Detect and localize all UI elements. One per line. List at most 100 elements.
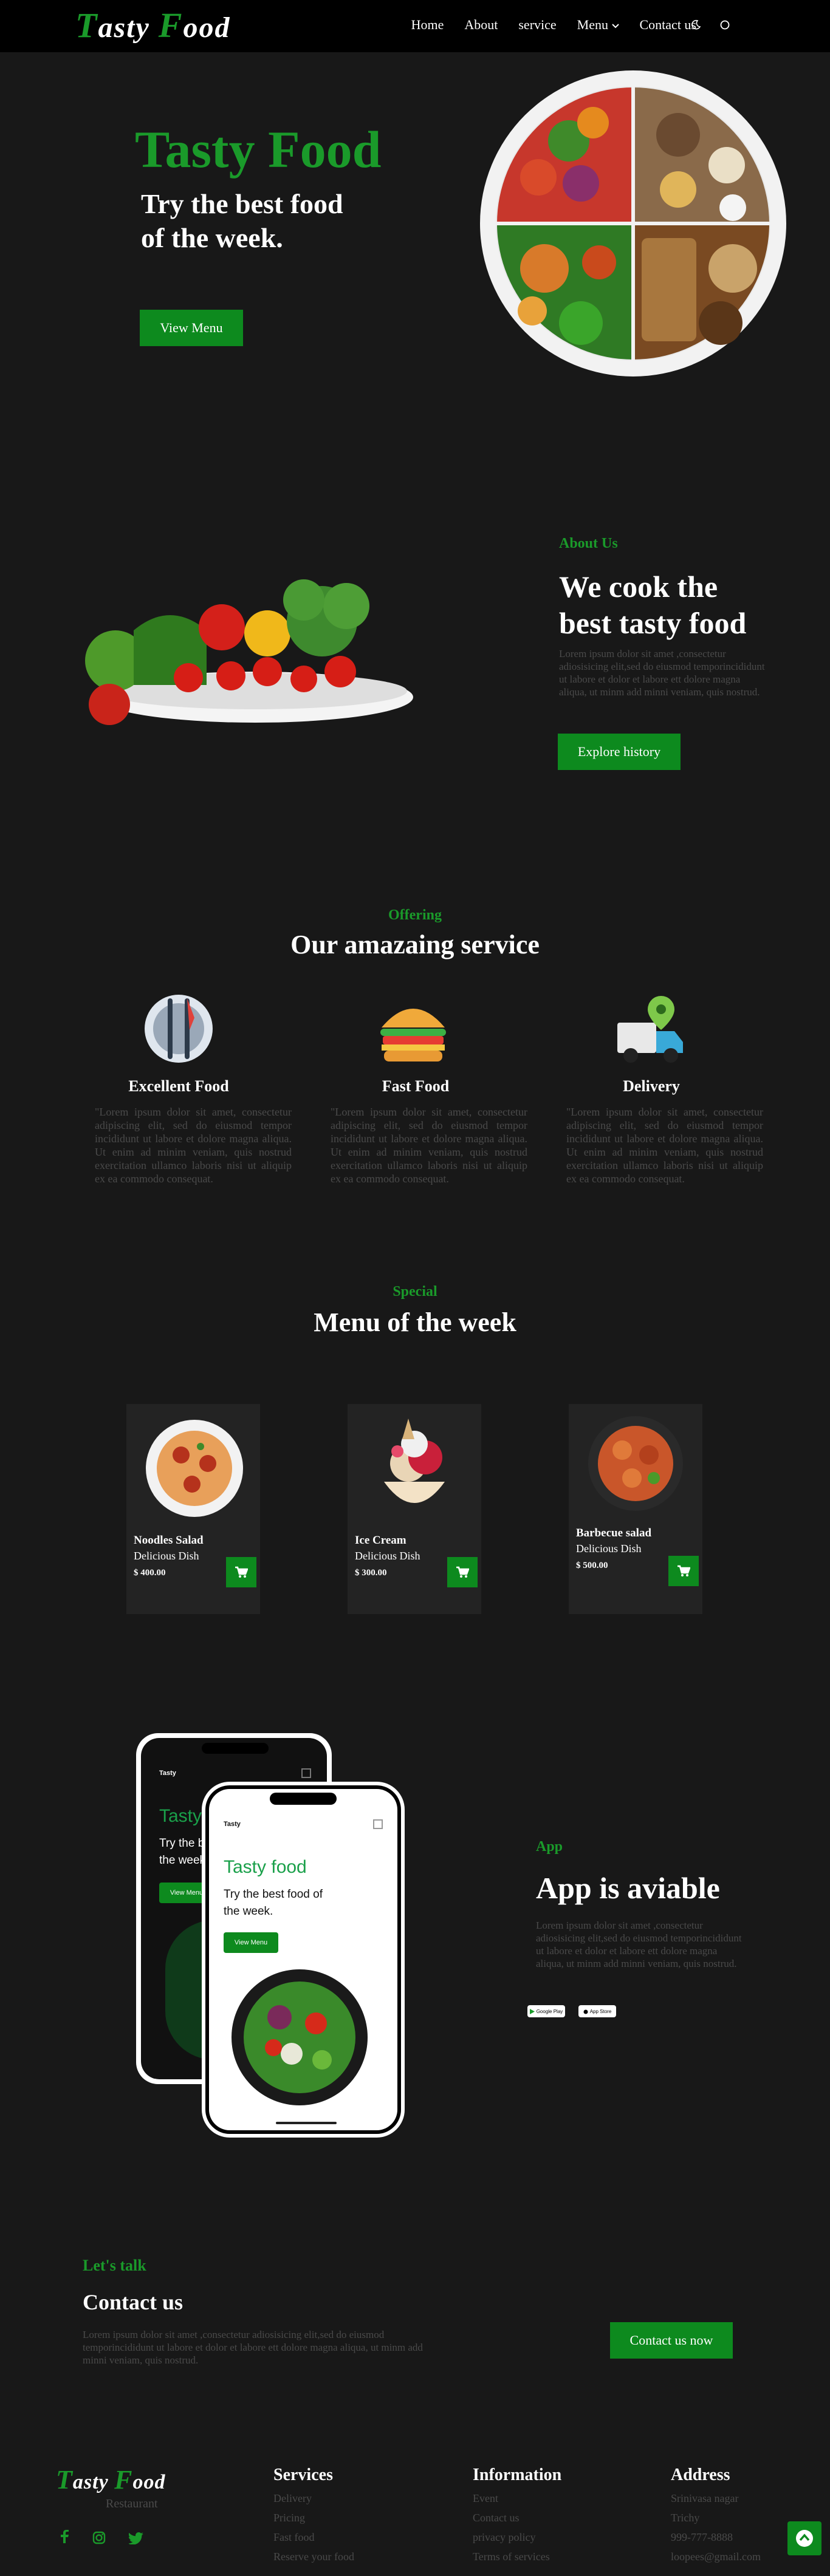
phone-front-button: View Menu	[224, 1932, 278, 1953]
cart-icon	[235, 1566, 248, 1578]
footer-address-lines: Srinivasa nagar Trichy 999-777-8888 loop…	[671, 2489, 761, 2566]
contact-us-now-button[interactable]: Contact us now	[610, 2322, 733, 2359]
site-logo[interactable]: Tasty Food	[75, 5, 230, 46]
services-title: Our amazaing service	[290, 930, 540, 959]
cart-icon	[677, 1565, 690, 1576]
footer-address-email[interactable]: loopees@gmail.com	[671, 2547, 761, 2566]
contact-title: Contact us	[83, 2290, 183, 2314]
menu-item-sub: Delicious Dish	[355, 1550, 420, 1562]
nav-service[interactable]: service	[518, 17, 556, 33]
nav-about[interactable]: About	[464, 17, 498, 33]
view-menu-button[interactable]: View Menu	[140, 310, 243, 346]
service-text-delivery: "Lorem ipsum dolor sit amet, consectetur…	[566, 1106, 763, 1185]
logo-text-2: ood	[183, 12, 231, 44]
phone-notch	[270, 1793, 337, 1805]
footer-link-fast-food[interactable]: Fast food	[273, 2527, 354, 2547]
app-title: App is aviable	[536, 1871, 720, 1905]
footer-link-reserve[interactable]: Reserve your food	[273, 2547, 354, 2566]
contact-text: Lorem ipsum dolor sit amet ,consectetur …	[83, 2329, 423, 2366]
hero-title: Tasty Food	[135, 120, 382, 179]
logo-text-1: asty	[98, 12, 159, 44]
about-text: Lorem ipsum dolor sit amet ,consectetur …	[559, 648, 765, 698]
menu-title: Menu of the week	[314, 1307, 516, 1337]
phone-front-lines: Try the best food of the week.	[224, 1886, 323, 1920]
add-to-cart-button[interactable]	[226, 1557, 256, 1587]
phone-back-line1: Try the b	[159, 1837, 205, 1850]
burger-icon	[380, 1009, 446, 1061]
add-to-cart-button[interactable]	[668, 1556, 699, 1586]
footer-logo-text-1: asty	[72, 2471, 115, 2493]
services-eyebrow: Offering	[388, 907, 442, 923]
footer-logo[interactable]: Tasty Food	[56, 2464, 166, 2495]
phone-front-salad-image	[232, 1969, 368, 2105]
phone-mockup-front: Tasty Tasty food Try the best food of the…	[205, 1785, 401, 2134]
phone-back-brand: Tasty	[159, 1770, 176, 1777]
phone-front-title: Tasty food	[224, 1857, 307, 1877]
menu-item-sub: Delicious Dish	[576, 1542, 642, 1555]
nav-home[interactable]: Home	[411, 17, 444, 33]
facebook-icon[interactable]	[60, 2530, 69, 2543]
footer-link-terms[interactable]: Terms of services	[473, 2547, 550, 2566]
contact-eyebrow: Let's talk	[83, 2257, 146, 2274]
app-store-label: App Store	[589, 2008, 612, 2014]
google-play-icon	[529, 2008, 535, 2014]
vegetables-bowl-image	[85, 579, 413, 725]
phone-notch	[202, 1743, 269, 1754]
nav-contact[interactable]: Contact us	[640, 17, 697, 33]
footer-address-street: Srinivasa nagar	[671, 2492, 739, 2504]
delivery-truck-icon	[617, 996, 683, 1063]
menu-card-noodles-salad[interactable]: Noodles Salad Delicious Dish $ 400.00	[126, 1404, 260, 1614]
moon-icon[interactable]	[690, 19, 701, 30]
arrow-up-circle-icon	[796, 2530, 813, 2547]
phone-front-brand: Tasty	[224, 1821, 241, 1828]
scroll-to-top-button[interactable]	[787, 2521, 821, 2555]
app-store-button[interactable]: App Store	[578, 2005, 616, 2017]
instagram-icon[interactable]	[92, 2531, 106, 2544]
footer-link-pricing[interactable]: Pricing	[273, 2508, 354, 2527]
footer-link-event[interactable]: Event	[473, 2489, 550, 2508]
service-text-fast-food: "Lorem ipsum dolor sit amet, consectetur…	[331, 1106, 527, 1185]
footer-link-contact[interactable]: Contact us	[473, 2508, 550, 2527]
logo-letter-t: T	[75, 5, 98, 45]
add-to-cart-button[interactable]	[447, 1557, 478, 1587]
footer-address-title: Address	[671, 2465, 730, 2484]
explore-history-button[interactable]: Explore history	[558, 734, 681, 770]
phone-front-line2: the week.	[224, 1905, 273, 1918]
nav-menu[interactable]: Menu	[577, 17, 619, 33]
service-text-excellent-food: "Lorem ipsum dolor sit amet, consectetur…	[95, 1106, 292, 1185]
footer-services-links: Delivery Pricing Fast food Reserve your …	[273, 2489, 354, 2566]
app-eyebrow: App	[536, 1839, 563, 1855]
footer-address-city: Trichy	[671, 2512, 700, 2524]
phone-home-indicator	[276, 2122, 337, 2124]
hero-subtitle: Try the best food of the week.	[141, 187, 343, 255]
menu-item-name: Ice Cream	[355, 1534, 406, 1547]
menu-card-ice-cream[interactable]: Ice Cream Delicious Dish $ 300.00	[348, 1404, 481, 1614]
footer-information-links: Event Contact us privacy policy Terms of…	[473, 2489, 550, 2566]
logo-letter-f: F	[158, 5, 183, 45]
footer-link-privacy[interactable]: privacy policy	[473, 2527, 550, 2547]
footer-tagline: Restaurant	[106, 2497, 158, 2510]
phone-back-lines: Try the b the week	[159, 1835, 205, 1869]
phone-back-title: Tasty	[159, 1806, 202, 1826]
phone-front-grid-icon	[373, 1819, 383, 1829]
hero-subtitle-line1: Try the best food	[141, 188, 343, 219]
about-title: We cook the best tasty food	[559, 568, 746, 641]
phone-back-line2: the week	[159, 1854, 206, 1867]
apple-icon	[583, 2009, 588, 2014]
footer-link-delivery[interactable]: Delivery	[273, 2489, 354, 2508]
footer-logo-letter-t: T	[56, 2465, 73, 2495]
about-title-line2: best tasty food	[559, 606, 747, 640]
footer-address-phone[interactable]: 999-777-8888	[671, 2527, 761, 2547]
phone-front-screen: Tasty Tasty food Try the best food of the…	[209, 1789, 397, 2130]
phone-front-line1: Try the best food of	[224, 1888, 323, 1901]
about-eyebrow: About Us	[559, 536, 618, 551]
hero-food-plate-image	[480, 70, 786, 377]
footer-logo-text-2: ood	[132, 2471, 166, 2493]
footer-logo-letter-f: F	[114, 2465, 133, 2495]
menu-card-barbecue-salad[interactable]: Barbecue salad Delicious Dish $ 500.00	[569, 1404, 702, 1614]
circle-icon[interactable]	[719, 19, 730, 30]
twitter-icon[interactable]	[129, 2532, 143, 2544]
menu-item-price: $ 300.00	[355, 1568, 387, 1578]
google-play-button[interactable]: Google Play	[527, 2005, 565, 2017]
ice-cream-image	[384, 1419, 445, 1503]
